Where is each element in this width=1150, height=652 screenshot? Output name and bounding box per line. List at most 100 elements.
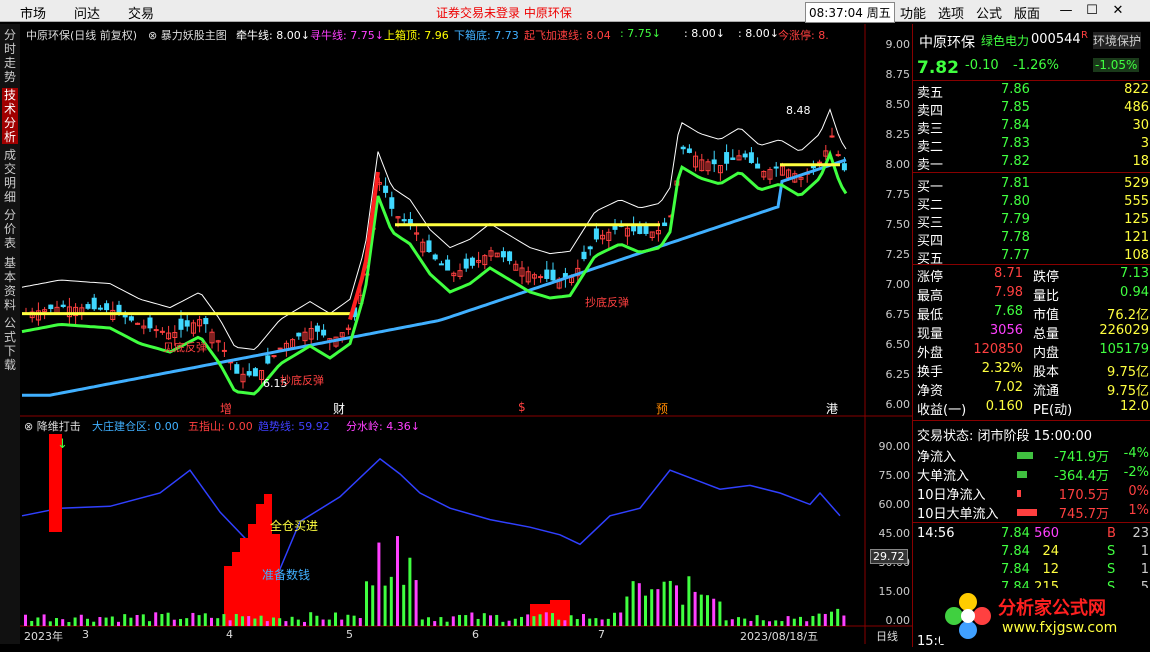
candle-body <box>48 304 54 310</box>
event-mark[interactable]: 增 <box>220 400 232 417</box>
menu-function[interactable]: 功能 <box>900 3 926 22</box>
date-tick: 3 <box>82 628 89 641</box>
flow-label: 净流入 <box>917 450 957 465</box>
flow-value: 745.7万 <box>1058 507 1109 522</box>
industry-name[interactable]: 环境保护 <box>1093 32 1142 49</box>
industry-change: -1.05% <box>1093 58 1140 72</box>
sidebar-tab-formula-download[interactable]: 公式下载 <box>2 316 18 372</box>
sub-volume-bar <box>110 616 114 626</box>
stock-code: 000544 <box>1031 32 1081 47</box>
menu-layout[interactable]: 版面 <box>1014 3 1040 22</box>
indicator-toggle-icon[interactable]: ⊗ <box>148 29 157 42</box>
sidebar-tab-deals[interactable]: 成交明细 <box>2 148 18 204</box>
sub-volume-bar <box>600 619 604 626</box>
sub-param: 分水岭: 4.36↓ <box>346 420 420 433</box>
menu-market[interactable]: 市场 <box>20 3 46 22</box>
stat-value: 226029 <box>1099 323 1149 338</box>
sub-volume-bar <box>371 585 375 626</box>
quote-panel: 中原环保 绿色电力 000544 R 环境保护 7.82 -0.10 -1.26… <box>912 24 1150 649</box>
stats-row: 净资 7.02 流通 9.75亿 <box>917 380 1149 399</box>
chart-indicator-name[interactable]: ⊗ 暴力妖股主图 <box>148 27 227 43</box>
stat-label: 收益(一) <box>917 403 967 418</box>
candle-body <box>544 269 550 279</box>
stat-value: 120850 <box>973 342 1023 357</box>
sidebar-tab-technical[interactable]: 技术分析 <box>2 88 18 144</box>
ask-row[interactable]: 卖四 7.85 486 <box>917 100 1149 119</box>
menu-formula[interactable]: 公式 <box>976 3 1002 22</box>
period-label[interactable]: 日线 <box>876 628 898 644</box>
sub-volume-bar <box>737 617 740 626</box>
flow-row: 大单流入 -364.4万 -2% <box>917 465 1149 484</box>
stat-label: 外盘 <box>917 346 944 361</box>
event-mark[interactable]: $ <box>518 400 526 414</box>
sub-volume-bar <box>216 618 220 626</box>
ask-row[interactable]: 卖五 7.86 822 <box>917 82 1149 101</box>
sub-volume-bar <box>427 617 430 626</box>
candle-body <box>773 166 779 169</box>
sub-volume-bar <box>594 618 598 626</box>
sub-volume-bar <box>117 621 120 626</box>
menu-options[interactable]: 选项 <box>938 3 964 22</box>
ask-row[interactable]: 卖三 7.84 30 <box>917 118 1149 137</box>
sidebar-tab-basic-info[interactable]: 基本资料 <box>2 256 18 312</box>
candle-body <box>147 317 153 329</box>
buy-label: 全仓买进 <box>270 519 319 533</box>
sub-volume-bar <box>185 618 189 626</box>
stats-row: 最低 7.68 市值 76.2亿 <box>917 304 1149 323</box>
stats-row: 外盘 120850 内盘 105179 <box>917 342 1149 361</box>
level-volume: 529 <box>1124 176 1149 191</box>
sub-volume-bar <box>445 621 449 626</box>
minimize-button[interactable]: — <box>1054 0 1078 22</box>
sub-volume-bar <box>303 621 306 626</box>
stat-value: 9.75亿 <box>1107 365 1149 380</box>
menu-trade[interactable]: 交易 <box>128 3 154 22</box>
sub-volume-bar <box>836 608 840 626</box>
sidebar-tab-timeshare[interactable]: 分时走势 <box>2 28 18 84</box>
close-button[interactable]: ✕ <box>1106 0 1130 22</box>
indicator-param: 下箱底: 7.73 <box>454 29 519 42</box>
stock-sector[interactable]: 绿色电力 <box>981 32 1029 49</box>
sidebar-tab-price-table[interactable]: 分价表 <box>2 208 18 252</box>
sub-volume-bar <box>569 615 573 626</box>
price-tick: 6.75 <box>885 308 911 321</box>
sub-tick: 0.00 <box>885 614 911 627</box>
candle-body <box>500 251 506 258</box>
sub-volume-bar <box>823 613 827 626</box>
event-mark[interactable]: 港 <box>826 400 838 417</box>
maximize-button[interactable]: ☐ <box>1080 0 1104 22</box>
flow-pct: 1% <box>1128 503 1149 518</box>
ask-row[interactable]: 卖二 7.83 3 <box>917 136 1149 155</box>
candle-body <box>60 304 66 307</box>
sub-volume-bar <box>86 618 89 626</box>
sub-volume-bar <box>48 621 52 626</box>
sub-indicator-name[interactable]: ⊗ 降维打击 <box>24 418 81 434</box>
sub-volume-bar <box>830 611 833 626</box>
sub-volume-bar <box>470 612 474 626</box>
bid-row[interactable]: 买二 7.80 555 <box>917 194 1149 213</box>
sub-volume-bar <box>575 619 579 626</box>
bid-row[interactable]: 买一 7.81 529 <box>917 176 1149 195</box>
event-mark[interactable]: 预 <box>656 400 668 417</box>
sub-toggle-icon[interactable]: ⊗ <box>24 420 33 433</box>
bid-row[interactable]: 买三 7.79 125 <box>917 212 1149 231</box>
event-mark[interactable]: 财 <box>333 400 345 417</box>
level-volume: 3 <box>1140 136 1149 151</box>
flow-pct: 0% <box>1128 484 1149 499</box>
ask-row[interactable]: 卖一 7.82 18 <box>917 154 1149 173</box>
menu-wenda[interactable]: 问达 <box>74 3 100 22</box>
date-tick: 7 <box>598 628 605 641</box>
kline-chart-area[interactable] <box>20 24 912 644</box>
sub-volume-bar <box>265 621 269 626</box>
price-tick: 8.75 <box>885 68 911 81</box>
level-price: 7.79 <box>1001 212 1030 227</box>
bid-row[interactable]: 买四 7.78 121 <box>917 230 1149 249</box>
candle-body <box>587 246 593 250</box>
logo-flower-icon <box>945 593 991 639</box>
indicator-param: 牵牛线: 8.00↓ <box>236 29 310 42</box>
level-volume: 486 <box>1124 100 1149 115</box>
candle-body <box>748 152 754 163</box>
sub-tick: 90.00 <box>878 440 911 453</box>
sub-volume-bar <box>501 621 505 626</box>
tick-count: 1 <box>1140 562 1149 577</box>
sub-volume-bar <box>24 614 27 626</box>
